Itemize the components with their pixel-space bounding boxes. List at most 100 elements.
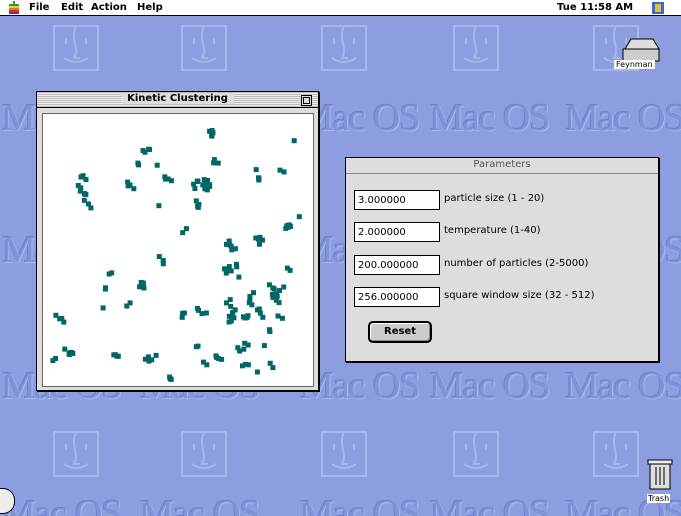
particle bbox=[267, 360, 273, 366]
menu-help[interactable]: Help bbox=[137, 2, 163, 13]
particle bbox=[135, 160, 141, 166]
particle bbox=[226, 264, 232, 270]
particle bbox=[267, 327, 272, 333]
particle bbox=[232, 246, 238, 252]
particle bbox=[141, 285, 147, 291]
particle bbox=[260, 314, 266, 320]
particle bbox=[81, 197, 87, 203]
temperature-label: temperature (1-40) bbox=[444, 225, 541, 236]
happy-mac-face-icon bbox=[53, 25, 99, 71]
particle bbox=[227, 297, 233, 303]
particle bbox=[142, 356, 148, 362]
particle bbox=[199, 311, 205, 317]
window-title: Parameters bbox=[473, 159, 531, 170]
particle-size-label: particle size (1 - 20) bbox=[444, 193, 545, 204]
particle bbox=[261, 343, 267, 349]
happy-mac-face-icon bbox=[181, 431, 227, 477]
particle bbox=[275, 313, 281, 319]
particle bbox=[291, 138, 297, 144]
reset-button[interactable]: Reset bbox=[368, 321, 432, 343]
particle bbox=[195, 343, 201, 349]
happy-mac-face-icon bbox=[53, 431, 99, 477]
particle bbox=[209, 133, 215, 139]
particle bbox=[254, 369, 260, 375]
particle bbox=[67, 350, 73, 356]
temperature-field[interactable]: 2.000000 bbox=[354, 222, 440, 242]
particle bbox=[286, 222, 292, 228]
simulation-canvas[interactable] bbox=[42, 113, 314, 387]
particle bbox=[112, 352, 118, 358]
particle bbox=[127, 300, 133, 306]
particle bbox=[296, 214, 302, 220]
particle bbox=[266, 282, 272, 288]
particle bbox=[156, 203, 162, 209]
apple-menu-icon[interactable] bbox=[7, 1, 21, 15]
happy-mac-face-icon bbox=[593, 431, 639, 477]
particle bbox=[270, 365, 276, 371]
macos-watermark: Mac OS bbox=[300, 493, 421, 516]
particle bbox=[203, 310, 209, 316]
particle bbox=[201, 177, 207, 183]
particle bbox=[53, 312, 59, 318]
particle bbox=[279, 315, 285, 321]
particle bbox=[242, 340, 248, 346]
kinetic-titlebar[interactable]: Kinetic Clustering bbox=[37, 92, 318, 108]
particle bbox=[240, 363, 245, 369]
particle bbox=[244, 315, 250, 321]
particle bbox=[168, 178, 174, 184]
trash-label: Trash bbox=[647, 494, 671, 503]
zoom-box-icon[interactable] bbox=[301, 95, 312, 106]
menu-file[interactable]: File bbox=[29, 2, 49, 13]
particle bbox=[167, 376, 173, 382]
particle bbox=[140, 148, 146, 153]
menubar-clock[interactable]: Tue 11:58 AM bbox=[557, 2, 633, 13]
macos-watermark: Mac OS bbox=[430, 365, 551, 407]
menu-edit[interactable]: Edit bbox=[61, 2, 83, 13]
menubar: File Edit Action Help Tue 11:58 AM bbox=[0, 0, 681, 16]
particle bbox=[183, 226, 189, 232]
particle bbox=[256, 176, 262, 182]
particle bbox=[228, 268, 234, 274]
macos-watermark: Mac OS bbox=[430, 493, 551, 516]
window-size-label: square window size (32 - 512) bbox=[444, 290, 595, 301]
particle bbox=[131, 186, 137, 192]
macos-watermark: Mac OS bbox=[2, 493, 123, 516]
particle bbox=[192, 186, 198, 191]
window-size-field[interactable]: 256.000000 bbox=[354, 287, 440, 307]
particle bbox=[193, 198, 199, 204]
particle bbox=[253, 167, 259, 173]
particle bbox=[62, 346, 68, 352]
happy-mac-face-icon bbox=[453, 431, 499, 477]
happy-mac-face-icon bbox=[321, 25, 367, 71]
happy-mac-face-icon bbox=[181, 25, 227, 71]
particle bbox=[215, 160, 221, 166]
happy-mac-face-icon bbox=[321, 431, 367, 477]
application-menu-icon[interactable] bbox=[651, 1, 665, 15]
particles-layer bbox=[50, 128, 302, 382]
particle bbox=[156, 254, 162, 260]
particle bbox=[180, 310, 186, 316]
particle bbox=[201, 182, 207, 188]
parameters-titlebar[interactable]: Parameters bbox=[346, 158, 658, 174]
trash-icon[interactable] bbox=[646, 455, 674, 491]
particle bbox=[226, 319, 232, 325]
particle bbox=[256, 236, 262, 242]
particle bbox=[276, 300, 282, 306]
macos-watermark: Mac OS bbox=[565, 365, 681, 407]
particle bbox=[153, 352, 159, 358]
particle bbox=[234, 264, 240, 270]
particle bbox=[213, 353, 219, 359]
particle-size-field[interactable]: 3.000000 bbox=[354, 190, 440, 210]
number-of-particles-label: number of particles (2-5000) bbox=[444, 258, 589, 269]
hard-disk-label: Feynman bbox=[614, 60, 655, 69]
particle bbox=[103, 285, 108, 291]
number-of-particles-field[interactable]: 200.000000 bbox=[354, 255, 440, 275]
parameters-window: Parameters 3.000000 particle size (1 - 2… bbox=[345, 157, 659, 362]
particle bbox=[281, 284, 287, 290]
menu-action[interactable]: Action bbox=[91, 2, 127, 13]
macos-watermark: Mac OS bbox=[565, 97, 681, 139]
particle bbox=[138, 279, 144, 285]
kinetic-clustering-window: Kinetic Clustering bbox=[36, 91, 319, 391]
happy-mac-face-icon bbox=[453, 25, 499, 71]
window-title: Kinetic Clustering bbox=[121, 93, 234, 104]
